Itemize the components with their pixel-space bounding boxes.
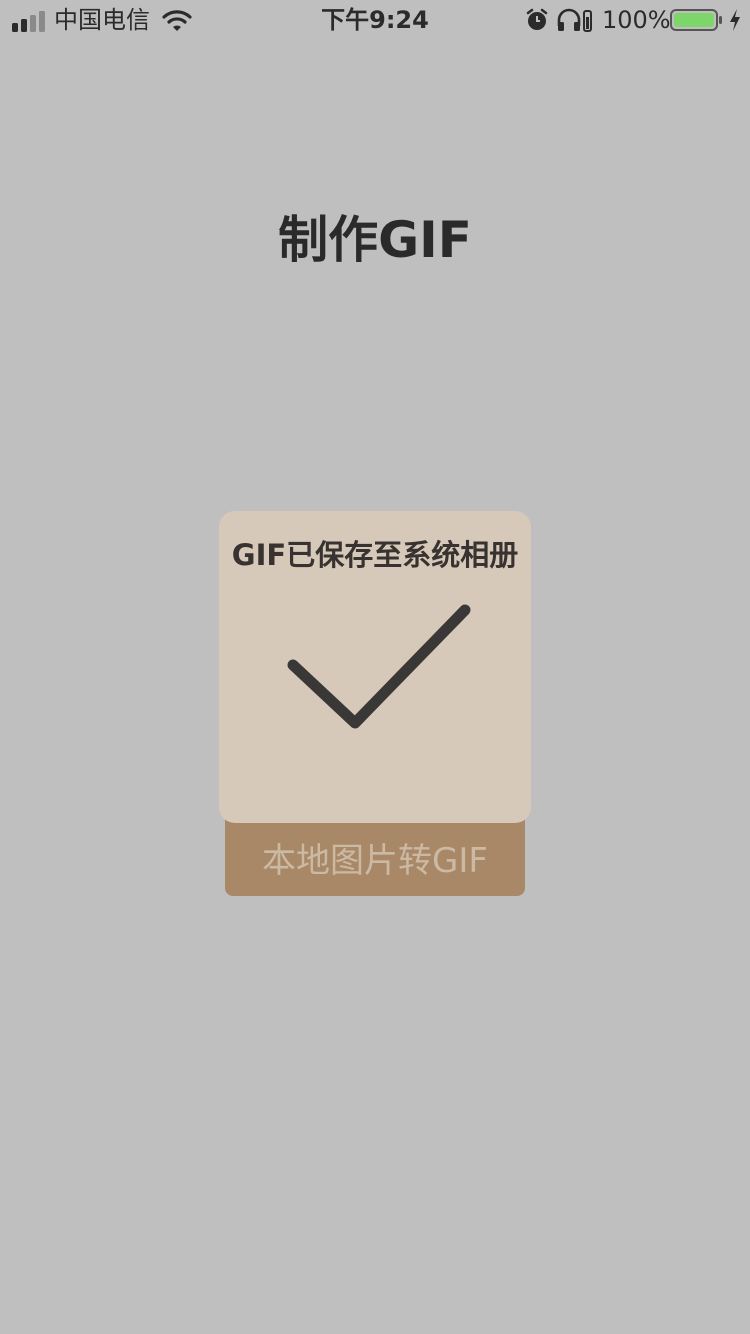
battery-icon: [670, 9, 722, 31]
toast-message: GIF已保存至系统相册: [231, 538, 519, 572]
page-title: 制作GIF: [278, 211, 472, 269]
checkmark-icon: [287, 604, 471, 729]
alarm-clock-icon: [526, 8, 548, 30]
charging-bolt-icon: [730, 9, 740, 31]
headphones-icon: [557, 8, 592, 32]
status-bar: 中国电信 下午9:24 100%: [0, 0, 750, 40]
saved-toast: GIF已保存至系统相册: [219, 511, 531, 823]
battery-percent: 100%: [602, 6, 671, 34]
